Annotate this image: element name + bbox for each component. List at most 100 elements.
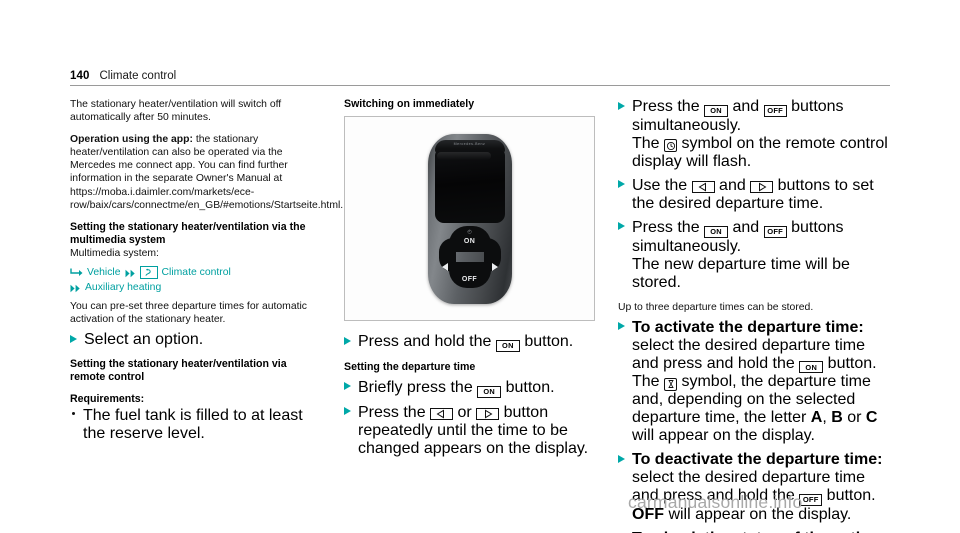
screen-gloss [436, 151, 491, 160]
header-line: 140 Climate control [70, 70, 890, 85]
text-fragment: and [714, 176, 751, 194]
key-off[interactable]: OFF [763, 225, 787, 238]
key-right-arrow[interactable] [750, 180, 774, 193]
departure-timer-symbol-icon [664, 377, 678, 391]
step-triangle-icon [344, 382, 351, 391]
remote-display-screen [434, 149, 505, 223]
page-number: 140 [70, 70, 90, 82]
remote-brand-label: Mercedes-Benz [453, 142, 486, 147]
page-header: 140 Climate control [70, 70, 890, 86]
step-triangle-icon [70, 334, 77, 343]
text-fragment: The [632, 134, 665, 152]
intro-paragraph: The stationary heater/ventilation will s… [70, 99, 282, 124]
letter-a: A [810, 409, 823, 427]
app-operation-lead: Operation using the app: [70, 134, 193, 146]
step-deactivate-departure-time-text: To deactivate the departure time: select… [632, 451, 892, 524]
step-press-arrows-repeatedly-text: Press the or button repeatedly until the… [358, 404, 596, 458]
text-fragment: Press the [358, 403, 431, 421]
key-off[interactable]: OFF [763, 104, 787, 117]
heading-multimedia: Setting the stationary heater/ventilatio… [70, 220, 306, 246]
app-operation-text: the stationary heater/ventilation can al… [70, 134, 344, 211]
requirement-text: The fuel tank is filled to at least the … [83, 406, 303, 442]
key-on[interactable]: ON [704, 104, 729, 117]
key-left-arrow[interactable] [430, 407, 454, 420]
key-on[interactable]: ON [495, 339, 520, 352]
text-fragment: button. [501, 378, 555, 396]
nav-item-climate-control[interactable]: Climate control [162, 265, 231, 280]
nav-item-auxiliary-heating[interactable]: Auxiliary heating [85, 280, 161, 295]
column-middle: Switching on immediately Mercedes-Benz ◴… [344, 98, 618, 533]
text-fragment: button. [822, 487, 876, 505]
column-left: The stationary heater/ventilation will s… [70, 98, 344, 533]
text-fragment: The [632, 373, 665, 391]
text-fragment: and [728, 218, 764, 236]
text-fragment: , [822, 409, 832, 427]
manual-page: 140 Climate control The stationary heate… [0, 0, 960, 533]
header-divider [70, 85, 890, 86]
step-activate-departure-time: To activate the departure time: select t… [618, 319, 892, 446]
heading-remote-control: Setting the stationary heater/ventilatio… [70, 358, 287, 384]
step-use-arrows-set-time: Use the and buttons to set the desired d… [618, 177, 892, 213]
step-triangle-icon [618, 322, 625, 331]
heading-switching-on-immediately: Switching on immediately [344, 98, 475, 110]
step-press-on-off-simultaneously-1: Press the ON and OFF buttons simultaneou… [618, 98, 892, 171]
step-select-option: Select an option. [70, 331, 322, 349]
section-title: Climate control [99, 70, 177, 82]
multimedia-system-label: Multimedia system: [70, 247, 159, 259]
deactivate-lead: To deactivate the departure time: [632, 451, 883, 469]
app-operation-paragraph: Operation using the app: the stationary … [70, 133, 343, 212]
text-fragment: Use the [632, 176, 692, 194]
step-activate-departure-time-text: To activate the departure time: select t… [632, 319, 892, 446]
step-press-on-off-simultaneously-1-text: Press the ON and OFF buttons simultaneou… [632, 98, 892, 171]
text-fragment: Press and hold the [358, 333, 496, 351]
key-off[interactable]: OFF [799, 494, 823, 507]
key-on[interactable]: ON [704, 225, 729, 238]
step-triangle-icon [618, 101, 625, 110]
nav-item-vehicle[interactable]: Vehicle [87, 265, 121, 280]
remote-right-arrow-icon [491, 262, 498, 271]
double-arrow-icon-2 [70, 283, 81, 293]
letter-b: B [831, 409, 843, 427]
watermark: carmanualsonline.info [628, 492, 803, 512]
step-triangle-icon [344, 407, 351, 416]
activate-lead: To activate the departure time: [632, 318, 864, 336]
enter-arrow-icon [70, 268, 83, 277]
step-press-and-hold-on: Press and hold the ON button. [344, 333, 596, 352]
content-columns: The stationary heater/ventilation will s… [70, 98, 892, 533]
key-on[interactable]: ON [477, 385, 502, 398]
step-use-arrows-set-time-text: Use the and buttons to set the desired d… [632, 177, 892, 213]
step-press-on-off-simultaneously-2-text: Press the ON and OFF buttons simultaneou… [632, 219, 892, 292]
step-triangle-icon [618, 180, 625, 189]
remote-keypad: ◴ ON OFF [438, 225, 501, 288]
clock-symbol-icon [664, 139, 678, 153]
note-three-departure-times: Up to three departure times can be store… [618, 301, 814, 313]
text-fragment: button. [519, 333, 574, 351]
step-deactivate-departure-time: To deactivate the departure time: select… [618, 451, 892, 524]
step-triangle-icon [618, 222, 625, 231]
key-right-arrow[interactable] [476, 407, 500, 420]
text-fragment: or [842, 409, 866, 427]
text-fragment: and [728, 98, 764, 115]
climate-control-icon [139, 266, 158, 280]
step-press-on-off-simultaneously-2: Press the ON and OFF buttons simultaneou… [618, 219, 892, 292]
step-press-and-hold-on-text: Press and hold the ON button. [358, 333, 596, 352]
key-left-arrow[interactable] [691, 180, 715, 193]
requirement-item: The fuel tank is filled to at least the … [70, 407, 322, 443]
step-triangle-icon [618, 454, 625, 463]
requirements-label: Requirements: [70, 393, 145, 406]
figure-remote-control: Mercedes-Benz ◴ ON OFF [344, 116, 595, 322]
double-arrow-icon [125, 268, 136, 278]
remote-off-button: OFF [448, 261, 491, 288]
menu-navigation-path: Vehicle Climate control Auxiliary heatin… [70, 265, 322, 295]
step-triangle-icon [344, 336, 351, 345]
text-fragment: Press the [632, 218, 705, 236]
bullet-dot-icon [72, 412, 75, 415]
remote-left-arrow-icon [441, 262, 448, 271]
text-fragment: The new departure time will be stored. [632, 255, 850, 291]
nav-path-line-2: Auxiliary heating [70, 280, 322, 295]
step-press-arrows-repeatedly: Press the or button repeatedly until the… [344, 404, 596, 458]
preset-paragraph: You can pre-set three departure times fo… [70, 301, 307, 326]
text-fragment: will appear on the display. [632, 427, 815, 445]
key-on[interactable]: ON [799, 361, 824, 374]
column-right: Press the ON and OFF buttons simultaneou… [618, 98, 892, 533]
